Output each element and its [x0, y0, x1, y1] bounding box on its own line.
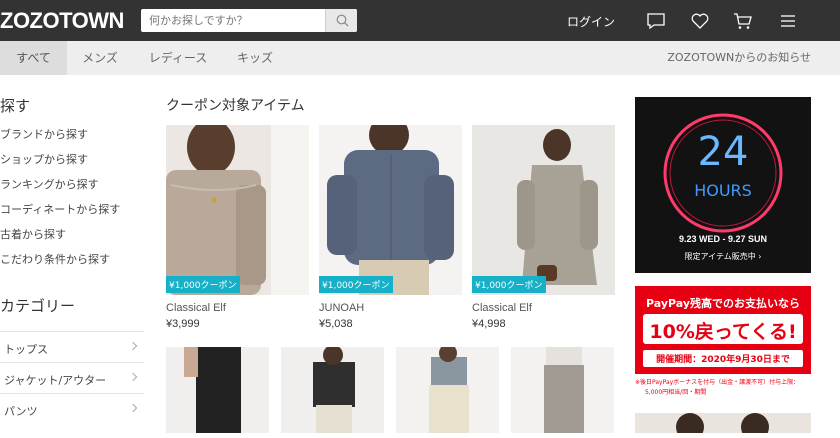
- menu-icon[interactable]: [777, 10, 799, 32]
- product-image[interactable]: [396, 344, 499, 433]
- search-button[interactable]: [325, 9, 357, 32]
- sidebar-link-ranking[interactable]: ランキングから探す: [0, 176, 99, 192]
- product-image[interactable]: ¥1,000クーポン: [166, 125, 309, 295]
- brand-name[interactable]: Classical Elf: [166, 302, 309, 314]
- sidebar-link-brand[interactable]: ブランドから探す: [0, 126, 88, 142]
- brand-name[interactable]: Classical Elf: [472, 302, 615, 314]
- coupon-badge: ¥1,000クーポン: [472, 276, 546, 293]
- ad-hours-text: HOURS: [694, 181, 752, 200]
- section-title: クーポン対象アイテム: [166, 98, 305, 114]
- ad-paypay-banner[interactable]: PayPay残高でのお支払いなら 10%戻ってくる! 開催期間：2020年9月3…: [635, 286, 811, 401]
- heart-icon[interactable]: [689, 10, 711, 32]
- ad-24-number: 24: [697, 129, 749, 175]
- product-image[interactable]: [166, 347, 269, 433]
- coupon-badge: ¥1,000クーポン: [319, 276, 393, 293]
- category-label: パンツ: [4, 405, 38, 418]
- category-label: ジャケット/アウター: [4, 374, 107, 387]
- category-item-tops[interactable]: トップス: [0, 331, 144, 362]
- ad-24hours-banner[interactable]: 24 HOURS 9.23 WED - 9.27 SUN 限定アイテム販売中 ›: [635, 97, 811, 273]
- top-header: ZOZOTOWN ログイン: [0, 0, 840, 41]
- sidebar-link-shop[interactable]: ショップから探す: [0, 151, 88, 167]
- price: ¥3,999: [166, 318, 200, 330]
- ad-subtext: 限定アイテム販売中 ›: [684, 252, 762, 261]
- notice-link[interactable]: ZOZOTOWNからのお知らせ: [667, 41, 811, 75]
- tab-all[interactable]: すべて: [0, 41, 67, 75]
- category-label: トップス: [4, 343, 48, 356]
- ad-dates: 9.23 WED - 9.27 SUN: [678, 234, 768, 244]
- tab-mens[interactable]: メンズ: [67, 41, 133, 75]
- ad-paypay-line2: 10%戻ってくる!: [649, 321, 797, 343]
- product-image[interactable]: ¥1,000クーポン: [472, 125, 615, 295]
- product-card[interactable]: ¥1,000クーポン JUNOAH ¥5,038: [319, 125, 462, 330]
- chevron-right-icon: [128, 403, 138, 413]
- category-item-pants[interactable]: パンツ: [0, 393, 144, 424]
- category-item-jacket[interactable]: ジャケット/アウター: [0, 362, 144, 393]
- chat-icon[interactable]: [645, 10, 667, 32]
- gender-nav: すべて メンズ レディース キッズ ZOZOTOWNからのお知らせ: [0, 41, 840, 75]
- zozotown-logo[interactable]: ZOZOTOWN: [0, 8, 124, 34]
- search-input[interactable]: [141, 9, 327, 32]
- category-heading: カテゴリー: [0, 297, 76, 315]
- sidebar-link-used[interactable]: 古着から探す: [0, 226, 66, 242]
- ad-paypay-note2: 5,000円相当/回・期間: [645, 389, 707, 396]
- search-heading: 探す: [0, 97, 31, 115]
- tab-ladies[interactable]: レディース: [138, 41, 218, 75]
- product-image[interactable]: ¥1,000クーポン: [319, 125, 462, 295]
- tab-kids[interactable]: キッズ: [225, 41, 285, 75]
- sidebar-link-conditions[interactable]: こだわり条件から探す: [0, 251, 110, 267]
- chevron-right-icon: [128, 341, 138, 351]
- sidebar-link-coordinate[interactable]: コーディネートから探す: [0, 201, 120, 217]
- price: ¥5,038: [319, 318, 353, 330]
- coupon-badge: ¥1,000クーポン: [166, 276, 240, 293]
- brand-name[interactable]: JUNOAH: [319, 302, 462, 314]
- chevron-right-icon: [128, 372, 138, 382]
- search-box: [141, 9, 357, 32]
- product-card[interactable]: ¥1,000クーポン Classical Elf ¥3,999: [166, 125, 309, 330]
- product-card[interactable]: ¥1,000クーポン Classical Elf ¥4,998: [472, 125, 615, 330]
- ad-banner-3[interactable]: [635, 413, 811, 433]
- cart-icon[interactable]: [732, 10, 754, 32]
- product-image[interactable]: [511, 347, 614, 433]
- search-icon: [336, 14, 349, 27]
- ad-paypay-line1: PayPay残高でのお支払いなら: [645, 297, 801, 310]
- login-link[interactable]: ログイン: [567, 13, 615, 30]
- ad-paypay-period: 開催期間：2020年9月30日まで: [656, 355, 790, 365]
- product-image[interactable]: [281, 345, 384, 433]
- ad-paypay-note1: ※後日PayPayボーナスを付与（出金・譲渡不可）付与上限：: [635, 379, 800, 386]
- price: ¥4,998: [472, 318, 506, 330]
